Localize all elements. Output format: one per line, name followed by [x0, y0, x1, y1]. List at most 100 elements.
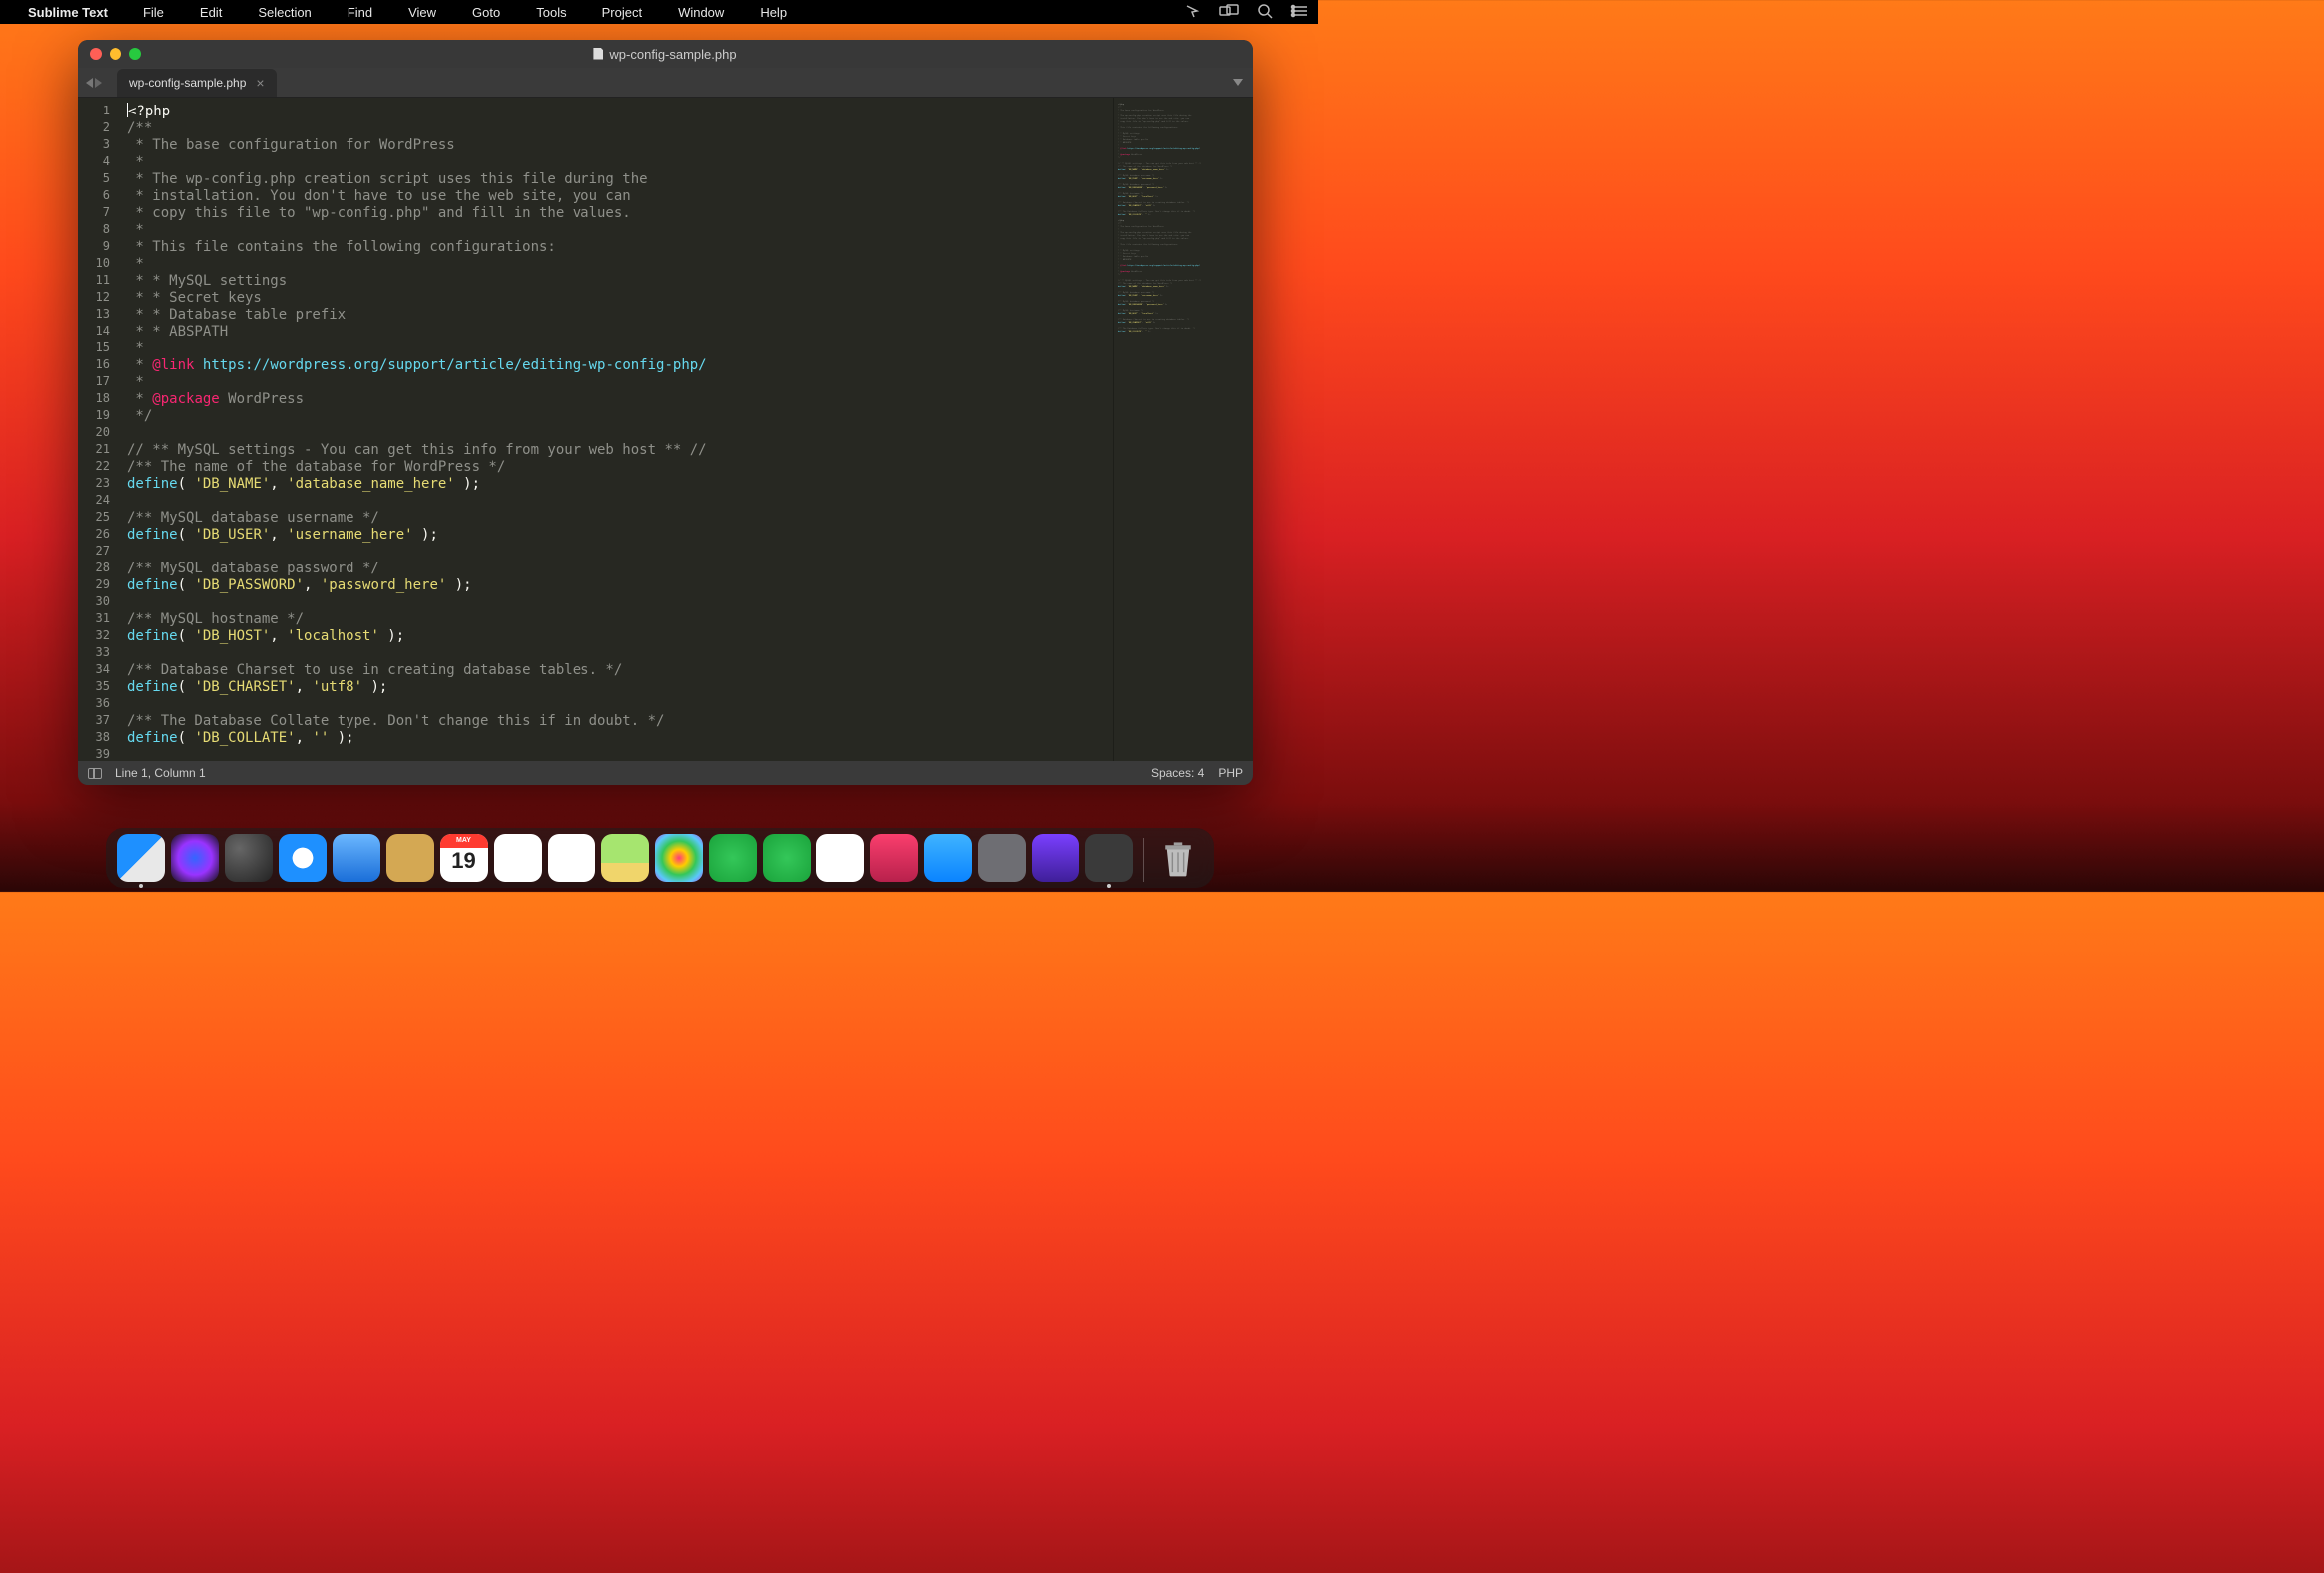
line-number[interactable]: 36 — [78, 695, 110, 712]
line-number[interactable]: 23 — [78, 475, 110, 492]
line-number[interactable]: 4 — [78, 153, 110, 170]
dock-system-preferences[interactable] — [978, 834, 1026, 882]
indentation-setting[interactable]: Spaces: 4 — [1151, 766, 1204, 780]
menu-goto[interactable]: Goto — [472, 5, 500, 20]
code-line[interactable]: /** MySQL database username */ — [127, 510, 1113, 527]
line-number[interactable]: 15 — [78, 339, 110, 356]
menu-tools[interactable]: Tools — [536, 5, 566, 20]
line-number[interactable]: 18 — [78, 390, 110, 407]
menu-edit[interactable]: Edit — [200, 5, 222, 20]
line-number[interactable]: 14 — [78, 323, 110, 339]
dock-calendar[interactable]: MAY19 — [440, 834, 488, 882]
menu-help[interactable]: Help — [760, 5, 787, 20]
close-window-button[interactable] — [90, 48, 102, 60]
code-line[interactable]: * — [127, 256, 1113, 273]
code-line[interactable] — [127, 696, 1113, 713]
line-number[interactable]: 34 — [78, 661, 110, 678]
syntax-setting[interactable]: PHP — [1218, 766, 1243, 780]
line-number[interactable]: 26 — [78, 526, 110, 543]
minimap[interactable]: <?php/** * The base configuration for Wo… — [1113, 98, 1253, 761]
code-line[interactable]: define( 'DB_USER', 'username_here' ); — [127, 527, 1113, 544]
line-number[interactable]: 27 — [78, 543, 110, 560]
code-line[interactable] — [127, 425, 1113, 442]
line-number[interactable]: 31 — [78, 610, 110, 627]
code-line[interactable]: // ** MySQL settings - You can get this … — [127, 442, 1113, 459]
code-line[interactable]: * * MySQL settings — [127, 273, 1113, 290]
line-number[interactable]: 25 — [78, 509, 110, 526]
code-line[interactable]: define( 'DB_HOST', 'localhost' ); — [127, 628, 1113, 645]
code-line[interactable] — [127, 594, 1113, 611]
line-number[interactable]: 9 — [78, 238, 110, 255]
line-number[interactable]: 39 — [78, 746, 110, 761]
line-number[interactable]: 38 — [78, 729, 110, 746]
line-number[interactable]: 3 — [78, 136, 110, 153]
menu-file[interactable]: File — [143, 5, 164, 20]
dock-messages[interactable] — [709, 834, 757, 882]
menu-view[interactable]: View — [408, 5, 436, 20]
code-line[interactable]: * — [127, 154, 1113, 171]
dock-contacts[interactable] — [386, 834, 434, 882]
dock-facetime[interactable] — [763, 834, 811, 882]
file-tab[interactable]: wp-config-sample.php × — [117, 69, 277, 97]
code-line[interactable]: * * Database table prefix — [127, 307, 1113, 324]
line-number[interactable]: 8 — [78, 221, 110, 238]
line-number[interactable]: 28 — [78, 560, 110, 576]
code-line[interactable]: /** The Database Collate type. Don't cha… — [127, 713, 1113, 730]
dock-finder[interactable] — [117, 834, 165, 882]
minimize-window-button[interactable] — [110, 48, 121, 60]
line-number[interactable]: 1 — [78, 103, 110, 119]
code-line[interactable]: /** Database Charset to use in creating … — [127, 662, 1113, 679]
code-line[interactable] — [127, 747, 1113, 761]
code-line[interactable] — [127, 645, 1113, 662]
code-line[interactable]: <?php — [127, 103, 1113, 120]
code-line[interactable]: * The wp-config.php creation script uses… — [127, 171, 1113, 188]
app-menu[interactable]: Sublime Text — [28, 5, 108, 20]
code-line[interactable]: * copy this file to "wp-config.php" and … — [127, 205, 1113, 222]
line-number[interactable]: 13 — [78, 306, 110, 323]
menu-window[interactable]: Window — [678, 5, 724, 20]
code-line[interactable] — [127, 493, 1113, 510]
code-line[interactable]: /** MySQL database password */ — [127, 561, 1113, 577]
spotlight-icon[interactable] — [1257, 3, 1273, 22]
dock-maps[interactable] — [601, 834, 649, 882]
line-number[interactable]: 16 — [78, 356, 110, 373]
dock-appstore[interactable] — [924, 834, 972, 882]
line-number-gutter[interactable]: 1234567891011121314151617181920212223242… — [78, 98, 119, 761]
line-number[interactable]: 33 — [78, 644, 110, 661]
code-editor[interactable]: 1234567891011121314151617181920212223242… — [78, 98, 1253, 761]
line-number[interactable]: 30 — [78, 593, 110, 610]
cursor-position[interactable]: Line 1, Column 1 — [116, 766, 206, 780]
code-line[interactable]: * — [127, 374, 1113, 391]
line-number[interactable]: 29 — [78, 576, 110, 593]
dock-wallpaper[interactable] — [1032, 834, 1079, 882]
displays-icon[interactable] — [1219, 4, 1239, 21]
line-number[interactable]: 22 — [78, 458, 110, 475]
cursor-icon[interactable] — [1185, 4, 1201, 21]
code-line[interactable] — [127, 544, 1113, 561]
line-number[interactable]: 11 — [78, 272, 110, 289]
control-center-icon[interactable] — [1290, 4, 1308, 21]
line-number[interactable]: 37 — [78, 712, 110, 729]
dock-photos[interactable] — [655, 834, 703, 882]
line-number[interactable]: 21 — [78, 441, 110, 458]
close-tab-button[interactable]: × — [256, 75, 264, 91]
dock-news[interactable] — [816, 834, 864, 882]
line-number[interactable]: 20 — [78, 424, 110, 441]
line-number[interactable]: 6 — [78, 187, 110, 204]
code-line[interactable]: define( 'DB_COLLATE', '' ); — [127, 730, 1113, 747]
code-line[interactable]: * @package WordPress — [127, 391, 1113, 408]
line-number[interactable]: 32 — [78, 627, 110, 644]
dock-launchpad[interactable] — [225, 834, 273, 882]
code-line[interactable]: * — [127, 340, 1113, 357]
tab-overflow-button[interactable] — [1223, 73, 1253, 92]
code-line[interactable]: * — [127, 222, 1113, 239]
line-number[interactable]: 7 — [78, 204, 110, 221]
tab-history-back-icon[interactable] — [86, 78, 93, 88]
menu-find[interactable]: Find — [348, 5, 372, 20]
dock-trash[interactable] — [1154, 834, 1202, 882]
code-line[interactable]: * * ABSPATH — [127, 324, 1113, 340]
tab-history-forward-icon[interactable] — [95, 78, 102, 88]
dock-safari[interactable] — [279, 834, 327, 882]
window-titlebar[interactable]: wp-config-sample.php — [78, 40, 1253, 68]
zoom-window-button[interactable] — [129, 48, 141, 60]
